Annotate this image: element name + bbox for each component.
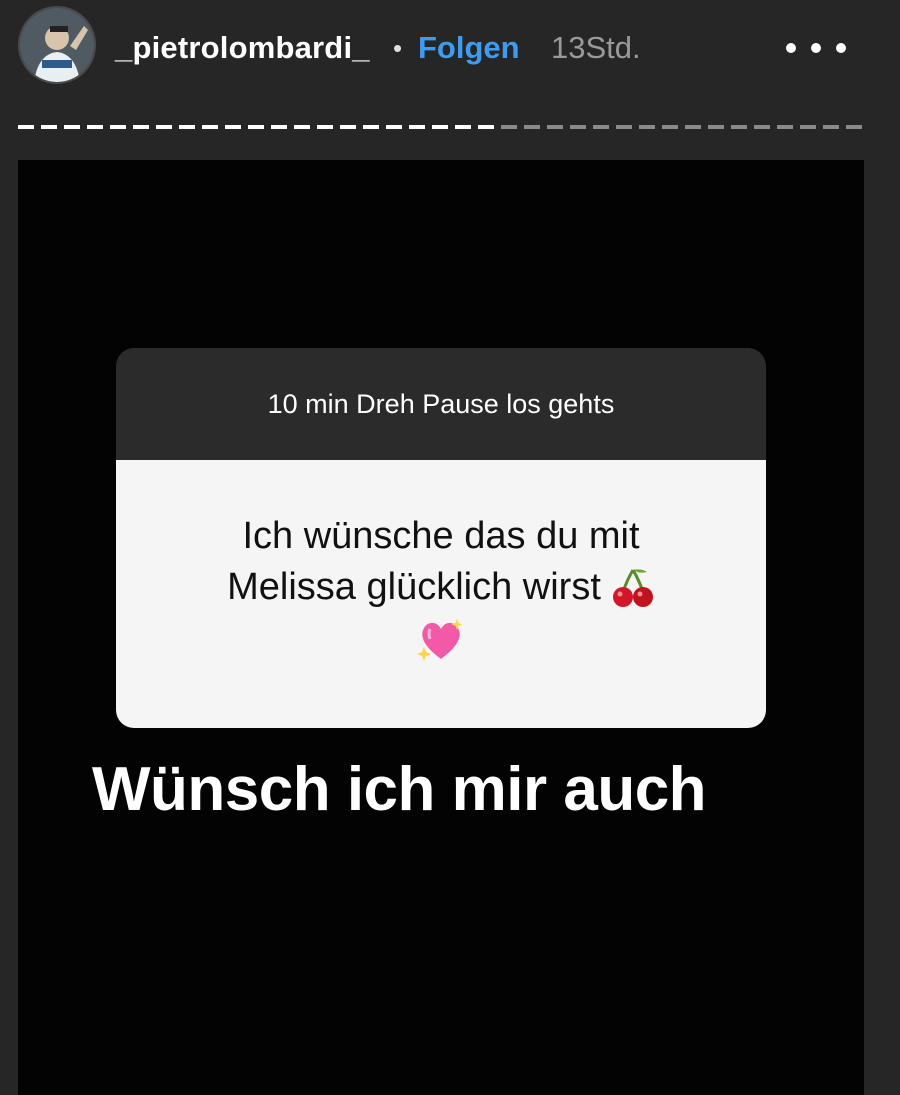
progress-dash [455,125,471,129]
progress-dash [800,125,816,129]
progress-dash [823,125,839,129]
progress-dash [409,125,425,129]
progress-dash [110,125,126,129]
question-sticker: 10 min Dreh Pause los gehts Ich wünsche … [116,348,766,728]
progress-dash [547,125,563,129]
progress-dash [202,125,218,129]
progress-dash [87,125,103,129]
progress-dash [501,125,517,129]
answer-line-1: Ich wünsche das du mit [242,515,640,557]
answer-text-line: Ich wünsche das du mit [242,511,639,562]
story-header: _pietrolombardi_ • Folgen 13Std. [0,0,900,100]
progress-dash [708,125,724,129]
progress-dash [386,125,402,129]
progress-dash [179,125,195,129]
answer-text-line: Melissa glücklich wirst [227,562,655,613]
profile-photo-icon[interactable] [18,6,96,84]
sparkling-heart-icon [416,617,466,663]
progress-dash [156,125,172,129]
more-dot [811,43,821,53]
progress-dash [64,125,80,129]
question-title: 10 min Dreh Pause los gehts [267,389,615,419]
progress-dash [616,125,632,129]
progress-dash [685,125,701,129]
more-options-icon[interactable] [786,28,846,68]
progress-dash [662,125,678,129]
progress-dash [570,125,586,129]
progress-dash [133,125,149,129]
question-answer: Ich wünsche das du mit Melissa glücklich… [116,460,766,728]
progress-dash [317,125,333,129]
progress-dash [478,125,494,129]
progress-dash [593,125,609,129]
more-dot [786,43,796,53]
progress-dash [271,125,287,129]
progress-dash [432,125,448,129]
story-content[interactable]: 10 min Dreh Pause los gehts Ich wünsche … [18,160,864,1095]
progress-dash [363,125,379,129]
answer-line-2: Melissa glücklich wirst [227,566,601,608]
story-viewer: _pietrolombardi_ • Folgen 13Std. 10 min … [0,0,900,1095]
username[interactable]: _pietrolombardi_ [115,28,370,68]
progress-dash [41,125,57,129]
progress-dash [225,125,241,129]
post-time: 13Std. [551,30,641,65]
progress-dash [754,125,770,129]
story-progress-bar [18,124,864,130]
progress-dash [248,125,264,129]
cherries-icon [611,566,655,610]
progress-dash [294,125,310,129]
progress-dash [777,125,793,129]
progress-dash [639,125,655,129]
progress-dash [846,125,862,129]
reply-text: Wünsch ich mir auch [92,755,707,824]
progress-dash [731,125,747,129]
more-dot [836,43,846,53]
progress-dash [524,125,540,129]
follow-button[interactable]: Folgen [418,28,520,68]
question-sticker-header: 10 min Dreh Pause los gehts [116,348,766,460]
progress-dash [18,125,34,129]
separator-dot: • [393,33,403,63]
answer-emoji-line [416,617,466,663]
progress-dash [340,125,356,129]
